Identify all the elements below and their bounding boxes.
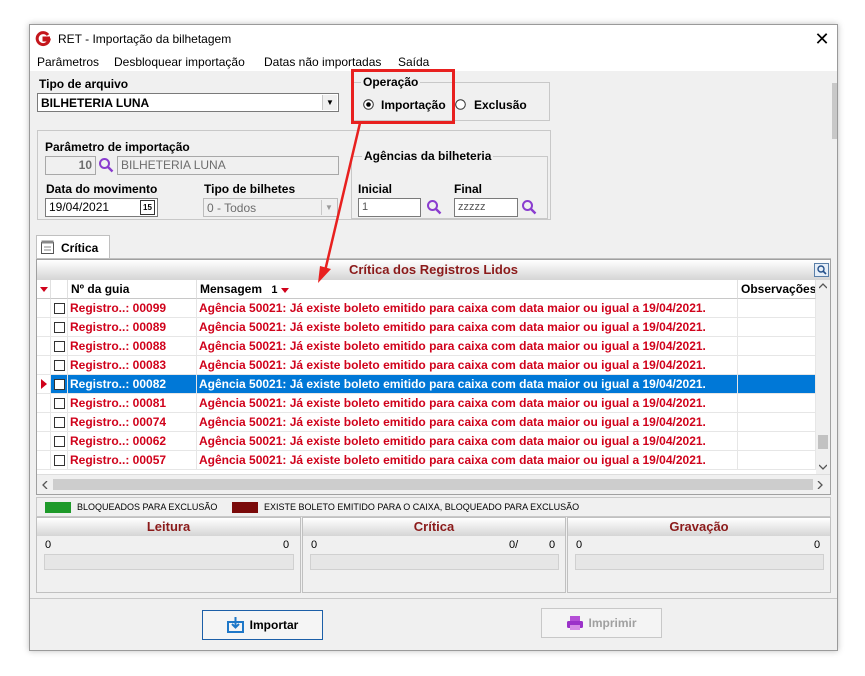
annotation-arrow-icon	[318, 122, 362, 283]
